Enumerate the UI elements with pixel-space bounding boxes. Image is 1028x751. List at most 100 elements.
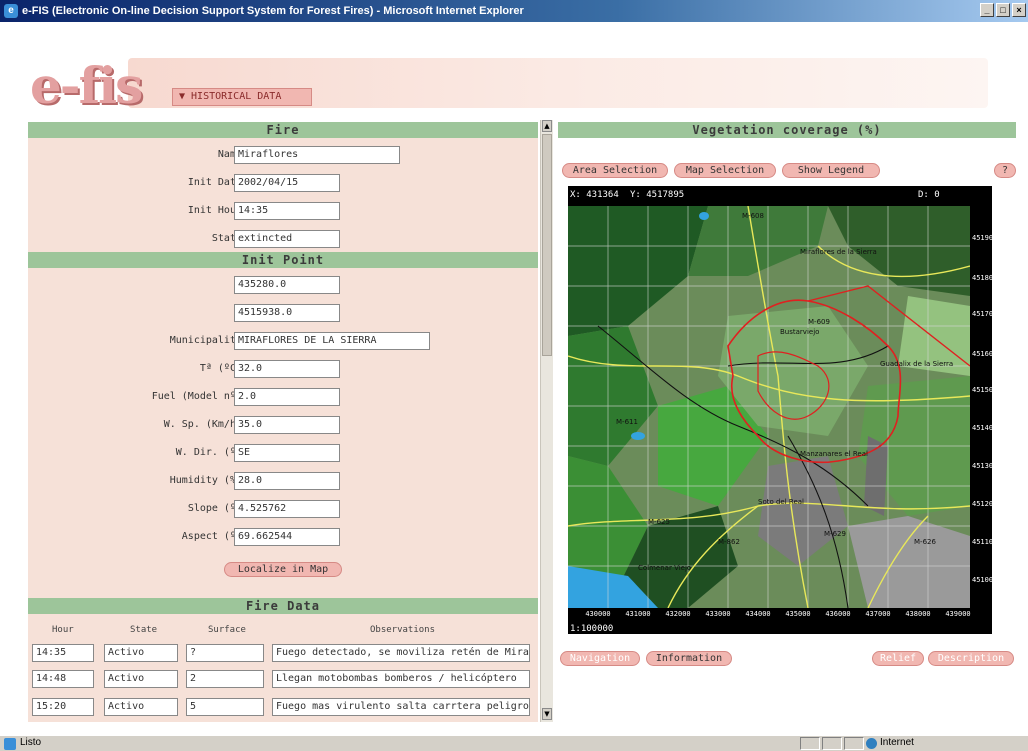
map-x-coord: X: 431364 bbox=[570, 190, 619, 200]
wind-speed-field[interactable]: 35.0 bbox=[234, 416, 340, 434]
aspect-label: Aspect (º) bbox=[181, 531, 242, 542]
road-label-5: M-862 bbox=[718, 538, 740, 546]
status-cell bbox=[822, 737, 842, 750]
fire-section-heading: Fire bbox=[28, 122, 538, 138]
window-title: e-FIS (Electronic On-line Decision Suppo… bbox=[22, 5, 524, 17]
x-field[interactable]: 435280.0 bbox=[234, 276, 340, 294]
maximize-button[interactable]: □ bbox=[996, 3, 1010, 17]
y-tick-5: 4515000 bbox=[972, 386, 1002, 394]
status-text: Listo bbox=[20, 737, 42, 748]
map-coordinate-readout: X: 431364 Y: 4517895 D: 0 bbox=[568, 186, 992, 204]
row1-state-field[interactable]: Activo bbox=[104, 644, 178, 662]
wind-direction-label: W. Dir. (º) bbox=[175, 447, 242, 458]
y-tick-4: 4516000 bbox=[972, 350, 1002, 358]
state-field[interactable]: extincted bbox=[234, 230, 340, 248]
efis-logo: e-fis bbox=[30, 56, 143, 115]
title-bar: e e-FIS (Electronic On-line Decision Sup… bbox=[0, 0, 1028, 22]
temperature-label: Tª (ºC) bbox=[199, 363, 242, 374]
localize-in-map-button[interactable]: Localize in Map bbox=[224, 562, 342, 577]
row3-hour-field[interactable]: 15:20 bbox=[32, 698, 94, 716]
fire-name-field[interactable]: Miraflores bbox=[234, 146, 400, 164]
map-canvas[interactable]: Miraflores de la Sierra Bustarviejo Guad… bbox=[568, 206, 970, 608]
label-bustarviejo: Bustarviejo bbox=[780, 328, 819, 336]
y-tick-3: 4517000 bbox=[972, 310, 1002, 318]
slope-label: Slope (º) bbox=[187, 503, 242, 514]
wind-speed-label: W. Sp. (Km/h) bbox=[163, 419, 242, 430]
wind-direction-field[interactable]: SE bbox=[234, 444, 340, 462]
label-soto-del-real: Soto del Real bbox=[758, 498, 804, 506]
init-hour-label: Init Hour bbox=[187, 205, 242, 216]
label-miraflores: Miraflores de la Sierra bbox=[800, 248, 877, 256]
x-tick-9: 438000 bbox=[905, 610, 931, 618]
page-icon bbox=[4, 738, 16, 750]
row2-surface-field[interactable]: 2 bbox=[186, 670, 264, 688]
col-hour-header: Hour bbox=[52, 625, 74, 635]
map-distance: D: 0 bbox=[918, 190, 940, 200]
security-zone-label: Internet bbox=[880, 737, 914, 748]
municipality-label: Municipality bbox=[169, 335, 242, 346]
row3-state-field[interactable]: Activo bbox=[104, 698, 178, 716]
scroll-up-arrow-icon[interactable]: ▲ bbox=[542, 120, 552, 132]
road-label-3: M-611 bbox=[616, 418, 638, 426]
help-button[interactable]: ? bbox=[994, 163, 1016, 178]
minimize-button[interactable]: _ bbox=[980, 3, 994, 17]
description-button[interactable]: Description bbox=[928, 651, 1014, 666]
page-header: e-fis ▼ HISTORICAL DATA bbox=[8, 50, 988, 115]
vegetation-coverage-heading: Vegetation coverage (%) bbox=[558, 122, 1016, 138]
humidity-label: Humidity (%) bbox=[169, 475, 242, 486]
col-state-header: State bbox=[130, 625, 158, 635]
internet-explorer-icon: e bbox=[4, 4, 18, 18]
small-pond bbox=[631, 432, 645, 440]
close-button[interactable]: × bbox=[1012, 3, 1026, 17]
small-pond-north bbox=[699, 212, 709, 220]
navigation-button[interactable]: Navigation bbox=[560, 651, 640, 666]
map-selection-button[interactable]: Map Selection bbox=[674, 163, 776, 178]
aspect-field[interactable]: 69.662544 bbox=[234, 528, 340, 546]
scroll-down-arrow-icon[interactable]: ▼ bbox=[542, 708, 552, 720]
col-observations-header: Observations bbox=[370, 625, 436, 635]
row3-observations-field[interactable]: Fuego mas virulento salta carrtera pelig… bbox=[272, 698, 530, 716]
show-legend-button[interactable]: Show Legend bbox=[782, 163, 880, 178]
historical-data-button[interactable]: ▼ HISTORICAL DATA bbox=[172, 88, 312, 106]
municipality-field[interactable]: MIRAFLORES DE LA SIERRA bbox=[234, 332, 430, 350]
browser-window: e e-FIS (Electronic On-line Decision Sup… bbox=[0, 0, 1028, 751]
y-field[interactable]: 4515938.0 bbox=[234, 304, 340, 322]
row2-state-field[interactable]: Activo bbox=[104, 670, 178, 688]
y-label: Y bbox=[62, 304, 242, 322]
label-guadalix: Guadalix de la Sierra bbox=[880, 360, 953, 368]
row1-surface-field[interactable]: ? bbox=[186, 644, 264, 662]
humidity-field[interactable]: 28.0 bbox=[234, 472, 340, 490]
scrollbar-thumb[interactable] bbox=[542, 134, 552, 356]
left-panel-scrollbar[interactable]: ▲ ▼ bbox=[540, 120, 553, 722]
row2-hour-field[interactable]: 14:48 bbox=[32, 670, 94, 688]
information-button[interactable]: Information bbox=[646, 651, 732, 666]
fuel-field[interactable]: 2.0 bbox=[234, 388, 340, 406]
status-bar: Listo Internet bbox=[0, 735, 1028, 751]
fire-data-heading: Fire Data bbox=[28, 598, 538, 614]
relief-button[interactable]: Relief bbox=[872, 651, 924, 666]
fire-name-label: Name bbox=[217, 149, 242, 160]
y-tick-7: 4513000 bbox=[972, 462, 1002, 470]
x-tick-8: 437000 bbox=[865, 610, 891, 618]
slope-field[interactable]: 4.525762 bbox=[234, 500, 340, 518]
init-date-field[interactable]: 2002/04/15 bbox=[234, 174, 340, 192]
map-scale: 1:100000 bbox=[570, 624, 614, 634]
temperature-field[interactable]: 32.0 bbox=[234, 360, 340, 378]
row2-observations-field[interactable]: Llegan motobombas bomberos / helicóptero bbox=[272, 670, 530, 688]
row1-observations-field[interactable]: Fuego detectado, se moviliza retén de Mi… bbox=[272, 644, 530, 662]
x-tick-2: 431000 bbox=[625, 610, 651, 618]
area-selection-button[interactable]: Area Selection bbox=[562, 163, 668, 178]
row3-surface-field[interactable]: 5 bbox=[186, 698, 264, 716]
init-hour-field[interactable]: 14:35 bbox=[234, 202, 340, 220]
x-tick-5: 434000 bbox=[745, 610, 771, 618]
road-label-2: M-609 bbox=[808, 318, 830, 326]
x-tick-4: 433000 bbox=[705, 610, 731, 618]
fire-details-panel: Fire Name Miraflores Init Date 2002/04/1… bbox=[28, 120, 552, 722]
window-controls: _ □ × bbox=[980, 3, 1026, 17]
fuel-label: Fuel (Model nº) bbox=[151, 391, 242, 402]
status-cells bbox=[800, 737, 864, 750]
status-cell bbox=[800, 737, 820, 750]
row1-hour-field[interactable]: 14:35 bbox=[32, 644, 94, 662]
vegetation-map[interactable]: X: 431364 Y: 4517895 D: 0 Miraflores de … bbox=[568, 186, 1002, 634]
x-label: X bbox=[62, 276, 242, 294]
